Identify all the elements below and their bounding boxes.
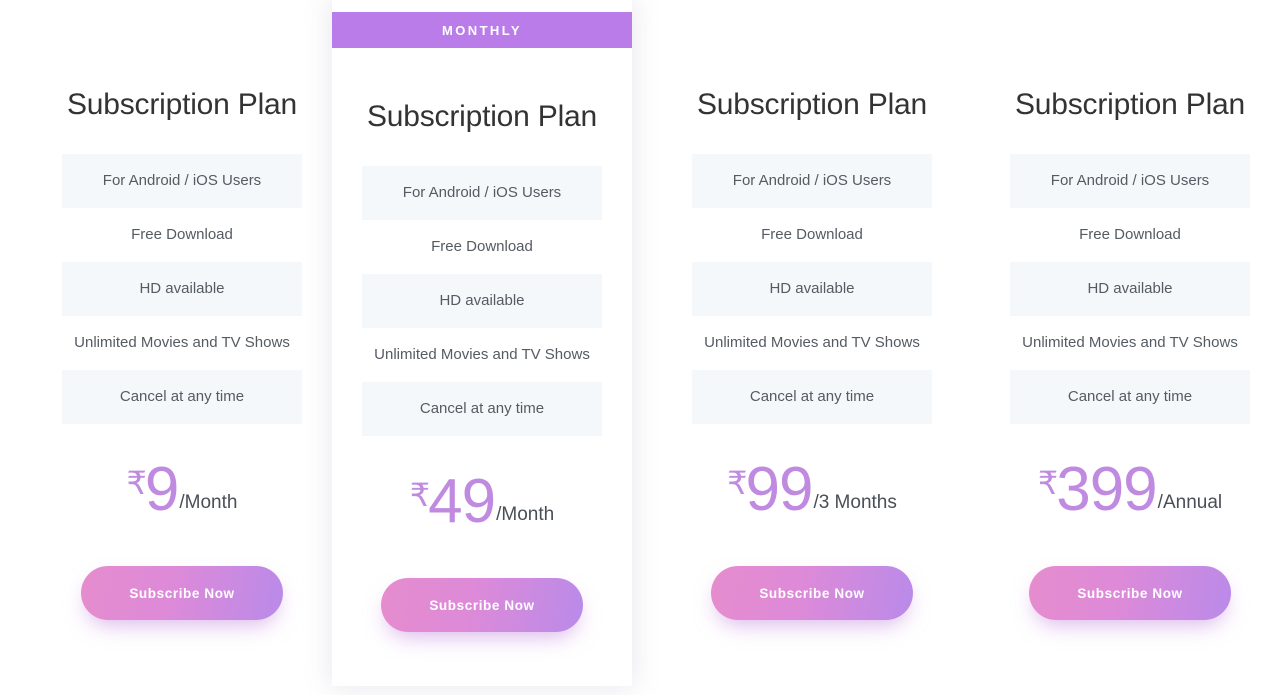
feature-item: Free Download xyxy=(362,220,602,274)
pricing-card-1: Subscription Plan For Android / iOS User… xyxy=(32,0,332,695)
feature-list: For Android / iOS Users Free Download HD… xyxy=(62,154,302,424)
feature-item: Unlimited Movies and TV Shows xyxy=(692,316,932,370)
feature-item: For Android / iOS Users xyxy=(62,154,302,208)
price-block: ₹ 99 /3 Months xyxy=(692,454,932,540)
plan-badge: MONTHLY xyxy=(332,12,632,48)
price-block: ₹ 399 /Annual xyxy=(1010,454,1250,540)
plan-title: Subscription Plan xyxy=(366,100,598,133)
currency-symbol: ₹ xyxy=(1037,465,1059,501)
feature-item: HD available xyxy=(692,262,932,316)
feature-item: HD available xyxy=(362,274,602,328)
pricing-card-4: Subscription Plan For Android / iOS User… xyxy=(980,0,1269,695)
plan-title: Subscription Plan xyxy=(66,88,298,121)
pricing-card-2-featured: MONTHLY Subscription Plan For Android / … xyxy=(332,0,632,686)
feature-item: Free Download xyxy=(692,208,932,262)
feature-item: Unlimited Movies and TV Shows xyxy=(362,328,602,382)
plan-title: Subscription Plan xyxy=(696,88,928,121)
currency-symbol: ₹ xyxy=(409,477,431,513)
cta-row: Subscribe Now xyxy=(62,566,302,620)
feature-item: Unlimited Movies and TV Shows xyxy=(62,316,302,370)
price-amount: 49 xyxy=(428,467,496,536)
feature-item: Unlimited Movies and TV Shows xyxy=(1010,316,1250,370)
pricing-page: Subscription Plan For Android / iOS User… xyxy=(0,0,1269,695)
pricing-card-3: Subscription Plan For Android / iOS User… xyxy=(662,0,962,695)
feature-item: HD available xyxy=(62,262,302,316)
feature-item: HD available xyxy=(1010,262,1250,316)
currency-symbol: ₹ xyxy=(126,465,147,501)
price-block: ₹ 9 /Month xyxy=(62,454,302,540)
billing-period: /Annual xyxy=(1157,492,1223,513)
price-block: ₹ 49 /Month xyxy=(362,466,602,552)
subscribe-button[interactable]: Subscribe Now xyxy=(711,566,913,620)
cta-row: Subscribe Now xyxy=(1010,566,1250,620)
feature-item: Cancel at any time xyxy=(362,382,602,436)
feature-item: Cancel at any time xyxy=(692,370,932,424)
billing-period: /3 Months xyxy=(813,492,897,513)
feature-list: For Android / iOS Users Free Download HD… xyxy=(362,166,602,436)
feature-item: Cancel at any time xyxy=(62,370,302,424)
feature-item: For Android / iOS Users xyxy=(362,166,602,220)
cta-row: Subscribe Now xyxy=(692,566,932,620)
feature-item: For Android / iOS Users xyxy=(1010,154,1250,208)
plan-title: Subscription Plan xyxy=(1014,88,1246,121)
price-amount: 399 xyxy=(1056,455,1157,524)
feature-item: For Android / iOS Users xyxy=(692,154,932,208)
billing-period: /Month xyxy=(496,504,555,525)
feature-item: Free Download xyxy=(62,208,302,262)
subscribe-button[interactable]: Subscribe Now xyxy=(1029,566,1231,620)
feature-list: For Android / iOS Users Free Download HD… xyxy=(1010,154,1250,424)
subscribe-button[interactable]: Subscribe Now xyxy=(381,578,583,632)
cta-row: Subscribe Now xyxy=(362,578,602,632)
price-amount: 99 xyxy=(745,455,813,524)
pricing-cards-row: Subscription Plan For Android / iOS User… xyxy=(0,0,1269,695)
price-amount: 9 xyxy=(144,455,179,524)
feature-item: Free Download xyxy=(1010,208,1250,262)
billing-period: /Month xyxy=(179,492,238,513)
feature-item: Cancel at any time xyxy=(1010,370,1250,424)
currency-symbol: ₹ xyxy=(727,465,748,501)
subscribe-button[interactable]: Subscribe Now xyxy=(81,566,283,620)
feature-list: For Android / iOS Users Free Download HD… xyxy=(692,154,932,424)
